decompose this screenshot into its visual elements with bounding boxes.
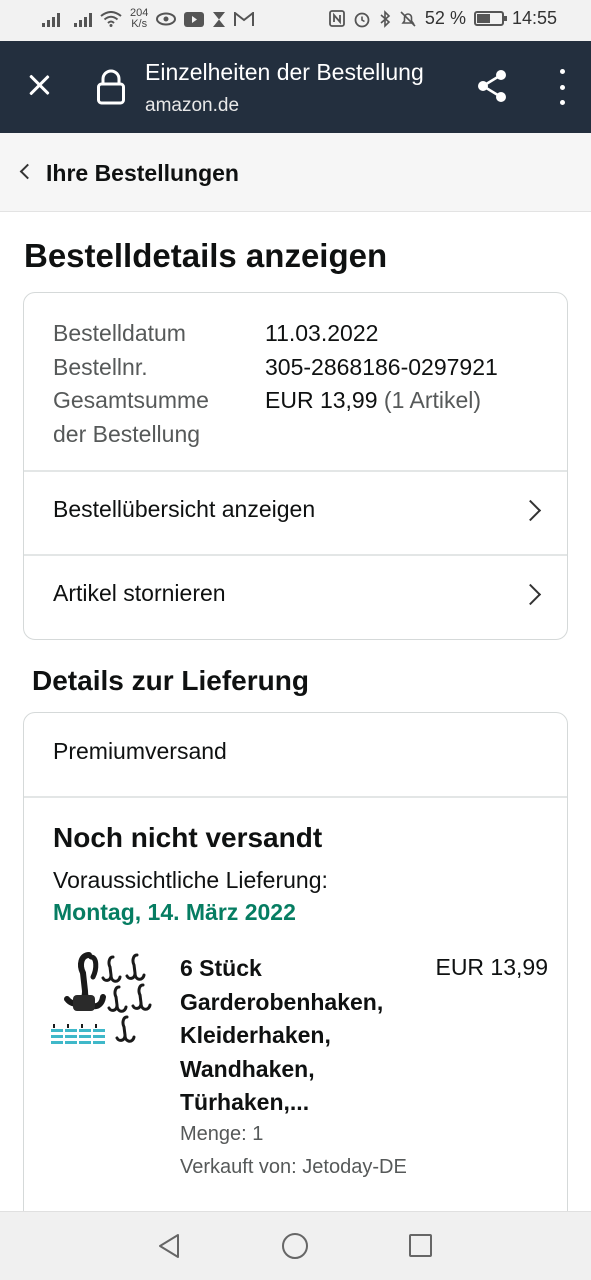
order-number-row: Bestellnr. 305-2868186-0297921	[53, 351, 498, 385]
order-date-row: Bestelldatum 11.03.2022	[53, 317, 498, 351]
divider	[24, 796, 567, 798]
product-name-link[interactable]: 6 Stück Garderobenhaken, Kleiderhaken, W…	[180, 952, 425, 1120]
chevron-right-icon	[519, 499, 542, 522]
status-bar: 204 K/s 52 % 14:55	[0, 0, 591, 41]
order-summary-card: Bestelldatum 11.03.2022 Bestellnr. 305-2…	[23, 292, 568, 640]
cancel-items-link[interactable]: Artikel stornieren	[24, 554, 567, 638]
system-nav-bar	[0, 1211, 591, 1280]
battery-fill	[476, 14, 491, 23]
nav-back-icon[interactable]	[157, 1233, 181, 1259]
order-date-label: Bestelldatum	[53, 320, 186, 346]
status-right: 52 % 14:55	[329, 8, 557, 29]
order-overview-link[interactable]: Bestellübersicht anzeigen	[24, 470, 567, 554]
order-date-value: 11.03.2022	[265, 320, 379, 346]
signal-icon	[42, 11, 60, 27]
shipment-status: Noch nicht versandt	[53, 822, 323, 853]
eta-date: Montag, 14. März 2022	[53, 899, 296, 925]
product-image[interactable]	[51, 951, 161, 1055]
delivery-section-title: Details zur Lieferung	[32, 665, 309, 696]
status-left: 204 K/s	[42, 7, 255, 30]
breadcrumb[interactable]: Ihre Bestellungen	[0, 133, 591, 212]
header-url: amazon.de	[145, 95, 240, 116]
mute-icon	[400, 10, 416, 27]
close-icon[interactable]	[26, 71, 54, 99]
share-icon[interactable]	[474, 68, 510, 104]
product-seller: Verkauft von: Jetoday-DE	[180, 1156, 407, 1178]
clock: 14:55	[511, 8, 557, 28]
cancel-items-label: Artikel stornieren	[53, 580, 226, 606]
delivery-card: Premiumversand Noch nicht versandt Vorau…	[23, 712, 568, 1232]
nav-home-icon[interactable]	[282, 1233, 308, 1259]
eye-icon	[156, 12, 177, 26]
order-number-label: Bestellnr.	[53, 353, 148, 380]
signal-icon-2	[74, 11, 92, 27]
browser-header: Einzelheiten der Bestellung amazon.de	[0, 41, 591, 133]
alarm-icon	[354, 12, 370, 27]
eta-label: Voraussichtliche Lieferung:	[53, 867, 328, 893]
order-total-value: EUR 13,99 (1 Artikel)	[265, 384, 481, 451]
more-vertical-icon[interactable]	[552, 69, 572, 105]
wifi-icon	[100, 11, 122, 27]
nav-recents-icon[interactable]	[409, 1234, 432, 1257]
breadcrumb-label[interactable]: Ihre Bestellungen	[46, 160, 239, 187]
nfc-icon	[329, 10, 345, 27]
bluetooth-icon	[380, 9, 391, 28]
product-quantity: Menge: 1	[180, 1123, 264, 1145]
order-total-label-line2: der Bestellung	[53, 420, 201, 447]
order-total-amount: EUR 13,99	[265, 387, 378, 413]
product-price: EUR 13,99	[435, 954, 548, 980]
gmail-icon	[234, 11, 255, 26]
order-total-row: Gesamtsumme der Bestellung EUR 13,99 (1 …	[53, 384, 498, 451]
battery-percent: 52 %	[424, 8, 466, 28]
chevron-right-icon	[519, 583, 542, 606]
order-total-label-line1: Gesamtsumme	[53, 387, 209, 413]
order-overview-label: Bestellübersicht anzeigen	[53, 496, 316, 522]
order-summary: Bestelldatum 11.03.2022 Bestellnr. 305-2…	[53, 317, 498, 451]
net-speed: 204 K/s	[130, 7, 149, 30]
header-title: Einzelheiten der Bestellung	[145, 59, 424, 85]
order-number-value: 305-2868186-0297921	[265, 353, 498, 380]
page-title: Bestelldetails anzeigen	[24, 237, 388, 274]
order-total-items: (1 Artikel)	[383, 387, 482, 413]
order-total-label: Gesamtsumme der Bestellung	[53, 384, 265, 451]
youtube-icon	[184, 11, 205, 27]
shipping-method: Premiumversand	[53, 738, 227, 764]
lock-icon	[97, 69, 125, 105]
hourglass-icon	[213, 11, 226, 27]
battery-icon	[473, 11, 507, 26]
chevron-left-icon	[19, 163, 36, 180]
